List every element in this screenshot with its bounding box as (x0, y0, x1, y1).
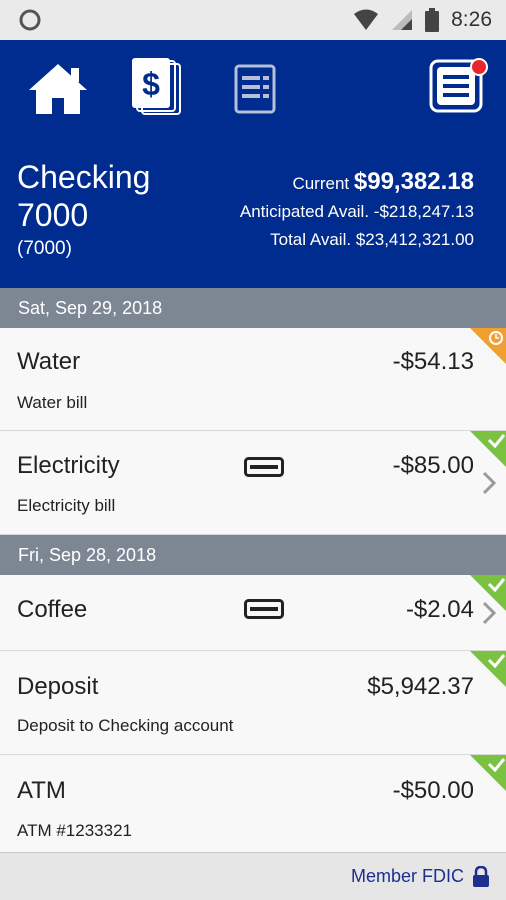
transaction-title: Deposit (17, 673, 99, 700)
menu-icon (429, 58, 488, 113)
transaction-title: Coffee (17, 596, 88, 623)
current-label: Current (292, 174, 350, 193)
cell-signal-icon (392, 10, 413, 30)
wifi-icon (354, 9, 379, 30)
statement-icon (234, 64, 276, 114)
transaction-amount: -$2.04 (405, 596, 474, 623)
svg-text:$: $ (142, 66, 160, 102)
top-nav: $ (0, 58, 506, 138)
current-balance: $99,382.18 (353, 168, 474, 195)
transaction-row-atm[interactable]: ATM ATM #1233321 -$50.00 (0, 755, 506, 855)
balance-summary: Current $99,382.18 Anticipated Avail. -$… (240, 168, 474, 254)
anticipated-balance: -$218,247.13 (373, 202, 474, 221)
battery-icon (425, 8, 440, 32)
footer: Member FDIC (0, 852, 506, 900)
transaction-subtitle: Water bill (17, 393, 88, 412)
transaction-subtitle: Deposit to Checking account (17, 716, 234, 735)
total-label: Total Avail. (270, 230, 352, 249)
lock-icon (473, 865, 489, 887)
home-button[interactable] (27, 62, 89, 121)
statements-button[interactable] (234, 64, 278, 119)
card-icon (244, 457, 284, 477)
status-bar: 8:26 (0, 0, 506, 40)
account-number: (7000) (17, 238, 72, 259)
transaction-title: Electricity (17, 452, 120, 479)
notification-circle-icon (19, 9, 41, 31)
anticipated-label: Anticipated Avail. (239, 202, 370, 221)
notification-dot-icon (470, 58, 488, 76)
chevron-right-icon (482, 471, 496, 495)
date-header: Sat, Sep 29, 2018 (0, 288, 506, 328)
total-balance: $23,412,321.00 (355, 230, 474, 249)
transaction-row-water[interactable]: Water Water bill -$54.13 (0, 328, 506, 431)
transaction-row-deposit[interactable]: Deposit Deposit to Checking account $5,9… (0, 651, 506, 755)
money-icon: $ (132, 58, 181, 115)
transaction-amount: -$85.00 (392, 452, 474, 479)
home-icon (29, 64, 87, 114)
transaction-title: ATM (17, 777, 66, 804)
member-fdic-label: Member FDIC (350, 866, 464, 886)
date-header: Fri, Sep 28, 2018 (0, 535, 506, 575)
transaction-amount: $5,942.37 (367, 673, 474, 700)
chevron-right-icon (482, 601, 496, 625)
transaction-subtitle: Electricity bill (17, 496, 116, 515)
account-name: Checking 7000 (17, 159, 151, 233)
cleared-check-icon (470, 431, 506, 467)
status-time: 8:26 (451, 8, 492, 31)
transaction-amount: -$54.13 (392, 348, 474, 375)
transaction-row-electricity[interactable]: Electricity Electricity bill -$85.00 (0, 431, 506, 535)
transaction-amount: -$50.00 (392, 777, 474, 804)
card-icon (244, 599, 284, 619)
account-header: $ Checking 7000 (7000) Current $99,382.1… (0, 40, 506, 288)
cleared-check-icon (470, 651, 506, 687)
menu-button[interactable] (428, 58, 492, 123)
transaction-row-coffee[interactable]: Coffee -$2.04 (0, 575, 506, 651)
transaction-subtitle: ATM #1233321 (17, 821, 132, 840)
money-button[interactable]: $ (132, 58, 182, 123)
cleared-check-icon (470, 755, 506, 791)
pending-clock-icon (470, 328, 506, 364)
transaction-title: Water (17, 348, 81, 375)
